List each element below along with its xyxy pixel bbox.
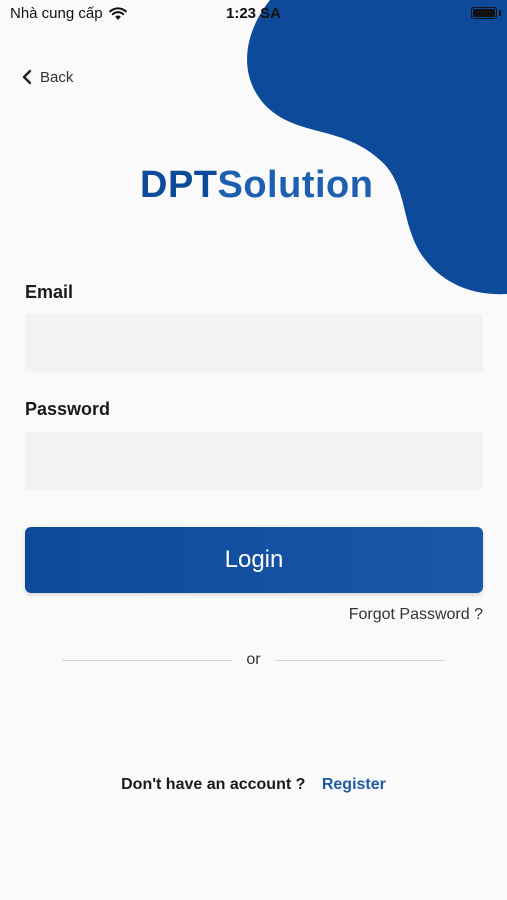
divider-line-right bbox=[275, 660, 445, 661]
battery-icon bbox=[471, 7, 497, 19]
chevron-left-icon bbox=[22, 69, 32, 85]
register-prompt: Don't have an account ? bbox=[121, 776, 306, 793]
battery-fill bbox=[473, 9, 495, 17]
register-row: Don't have an account ? Register bbox=[0, 776, 507, 794]
brand-part-solution: Solution bbox=[217, 164, 374, 206]
back-label: Back bbox=[40, 68, 74, 86]
status-time: 1:23 SA bbox=[225, 5, 282, 22]
decorative-blob bbox=[247, 0, 507, 295]
forgot-password-link[interactable]: Forgot Password ? bbox=[349, 606, 483, 624]
back-button[interactable]: Back bbox=[22, 66, 73, 88]
brand-logo: DPTSolution bbox=[140, 164, 373, 207]
login-button[interactable]: Login bbox=[25, 527, 483, 593]
email-input[interactable] bbox=[25, 314, 483, 372]
password-input[interactable] bbox=[25, 432, 483, 490]
register-link[interactable]: Register bbox=[322, 776, 386, 793]
battery-cap bbox=[499, 10, 501, 16]
password-label: Password bbox=[25, 399, 111, 419]
status-bar: Nhà cung cấp 1:23 SA bbox=[0, 0, 507, 28]
email-label: Email bbox=[25, 282, 74, 302]
brand-part-dpt: DPT bbox=[140, 164, 218, 206]
